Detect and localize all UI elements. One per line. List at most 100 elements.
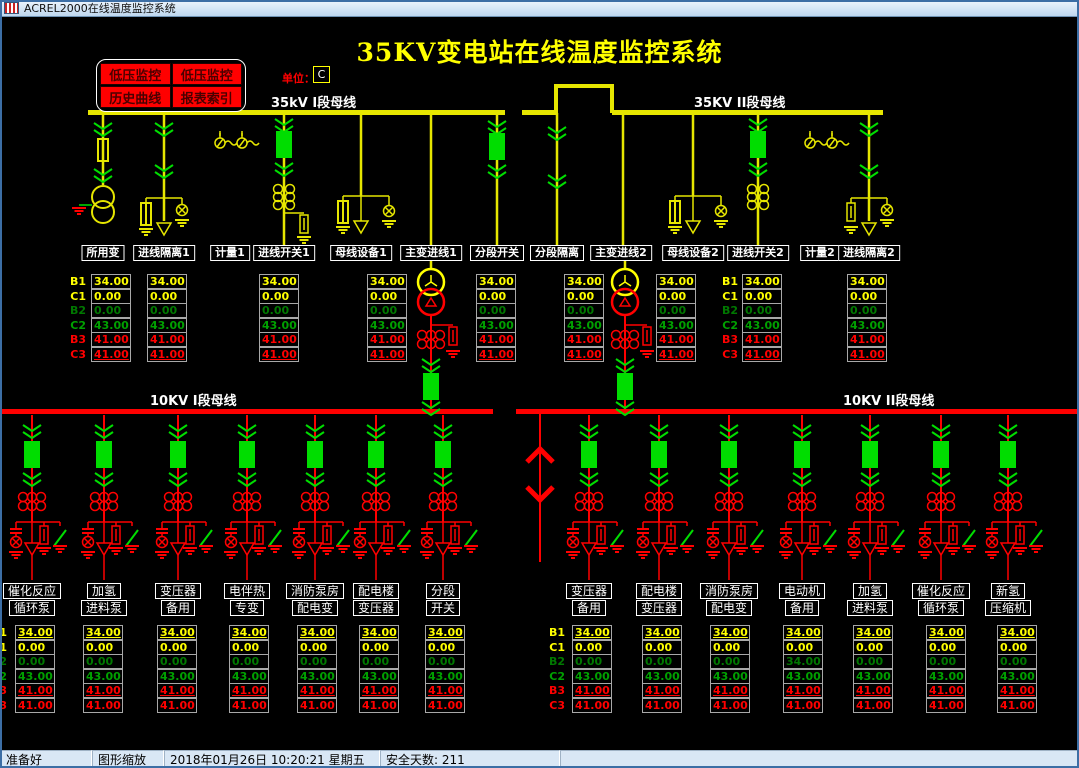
temp-cell: 0.00 <box>710 639 750 655</box>
lower-bay-label-line1: 消防泵房 <box>285 583 345 599</box>
upper-bay-label[interactable]: 分段隔离 <box>530 245 584 261</box>
lower-bay-label[interactable]: 催化反应 循环泵 <box>2 583 62 617</box>
temp-cell: 41.00 <box>229 683 269 698</box>
temp-cell: 0.00 <box>425 654 465 669</box>
temp-cell: 0.00 <box>853 654 893 669</box>
temp-cell: 34.00 <box>259 274 299 289</box>
temp-cell: 34.00 <box>642 625 682 640</box>
upper-bay-label[interactable]: 进线隔离2 <box>838 245 900 261</box>
upper-bay-label[interactable]: 主变进线2 <box>590 245 652 261</box>
upper-bay-label[interactable]: 计量2 <box>800 245 840 261</box>
phase-row-label: C3 <box>549 698 565 712</box>
upper-bay-label[interactable]: 所用变 <box>81 245 125 261</box>
phase-row-label: B3 <box>0 684 8 697</box>
lower-bay-label[interactable]: 配电楼 变压器 <box>352 583 400 617</box>
phase-row-label: C2 <box>549 669 565 683</box>
temp-cell: 0.00 <box>259 288 299 304</box>
temp-cell: 0.00 <box>476 303 516 318</box>
temp-cell: 0.00 <box>15 654 55 669</box>
temp-cell: 34.00 <box>783 654 823 669</box>
temp-cell: 0.00 <box>742 303 782 318</box>
temp-cell: 41.00 <box>564 332 604 347</box>
temp-cell: 43.00 <box>476 317 516 333</box>
temp-cell: 34.00 <box>15 625 55 640</box>
lower-bay-label-line1: 催化反应 <box>911 583 971 599</box>
temp-cell: 43.00 <box>297 668 337 684</box>
temp-cell: 41.00 <box>783 697 823 713</box>
lower-bay-label-line2: 专变 <box>229 600 265 616</box>
phase-row-label: B1 <box>70 275 87 288</box>
lower-bay-label[interactable]: 加氢 进料泵 <box>80 583 128 617</box>
temp-cell: 41.00 <box>359 683 399 698</box>
temp-cell: 0.00 <box>157 654 197 669</box>
temp-cell: 0.00 <box>147 303 187 318</box>
temp-cell: 41.00 <box>297 683 337 698</box>
lower-bay-label[interactable]: 消防泵房 配电变 <box>285 583 345 617</box>
temp-cell: 41.00 <box>147 346 187 362</box>
upper-bay-label[interactable]: 进线开关1 <box>253 245 315 261</box>
phase-row-label: C1 <box>0 640 7 654</box>
temp-cell: 43.00 <box>147 317 187 333</box>
lower-bay-label-line1: 配电楼 <box>352 583 400 599</box>
lower-bay-label[interactable]: 催化反应 循环泵 <box>911 583 971 617</box>
lower-bay-label[interactable]: 分段 开关 <box>425 583 461 617</box>
lower-bay-label-line1: 配电楼 <box>635 583 683 599</box>
lower-bay-label[interactable]: 电伴热 专变 <box>223 583 271 617</box>
temp-cell: 0.00 <box>157 639 197 655</box>
temp-cell: 41.00 <box>367 346 407 362</box>
temp-cell: 0.00 <box>642 639 682 655</box>
status-mode: 图形缩放 <box>92 750 164 768</box>
lower-bay-label-line2: 配电变 <box>705 600 753 616</box>
upper-bay-label[interactable]: 母线设备1 <box>330 245 392 261</box>
phase-row-label: C2 <box>70 318 86 332</box>
temp-cell: 34.00 <box>742 274 782 289</box>
lower-bay-label-line1: 催化反应 <box>2 583 62 599</box>
temp-cell: 41.00 <box>425 697 465 713</box>
temp-cell: 0.00 <box>783 639 823 655</box>
temp-cell: 0.00 <box>91 303 131 318</box>
status-datetime: 2018年01月26日 10:20:21 星期五 <box>164 750 380 768</box>
temp-cell: 0.00 <box>359 654 399 669</box>
temp-cell: 41.00 <box>783 683 823 698</box>
lower-bay-label[interactable]: 加氢 进料泵 <box>846 583 894 617</box>
upper-bay-label[interactable]: 进线隔离1 <box>133 245 195 261</box>
temp-cell: 0.00 <box>847 303 887 318</box>
upper-bay-label[interactable]: 主变进线1 <box>400 245 462 261</box>
temp-cell: 41.00 <box>926 683 966 698</box>
upper-bay-label[interactable]: 母线设备2 <box>662 245 724 261</box>
phase-row-label: C2 <box>0 669 7 683</box>
temp-cell: 41.00 <box>367 332 407 347</box>
lower-bay-label[interactable]: 消防泵房 配电变 <box>699 583 759 617</box>
temp-cell: 0.00 <box>656 303 696 318</box>
temp-cell: 34.00 <box>847 274 887 289</box>
temp-cell: 41.00 <box>847 346 887 362</box>
temp-cell: 34.00 <box>359 625 399 640</box>
phase-row-label: B2 <box>0 655 8 668</box>
status-filler <box>560 750 1079 768</box>
temp-cell: 41.00 <box>476 346 516 362</box>
lower-bay-label[interactable]: 电动机 备用 <box>778 583 826 617</box>
upper-bay-label[interactable]: 分段开关 <box>470 245 524 261</box>
lower-bay-label[interactable]: 新氢 压缩机 <box>984 583 1032 617</box>
temp-cell: 34.00 <box>710 625 750 640</box>
upper-bay-label[interactable]: 计量1 <box>210 245 250 261</box>
lower-bay-label[interactable]: 配电楼 变压器 <box>635 583 683 617</box>
temp-cell: 41.00 <box>710 683 750 698</box>
lower-bay-label-line1: 消防泵房 <box>699 583 759 599</box>
lower-bay-label-line2: 配电变 <box>291 600 339 616</box>
temp-cell: 34.00 <box>926 625 966 640</box>
title-bar: ACREL2000在线温度监控系统 <box>0 0 1079 17</box>
temp-cell: 34.00 <box>229 625 269 640</box>
temp-cell: 41.00 <box>83 697 123 713</box>
phase-row-label: B1 <box>722 275 739 288</box>
tables-and-labels-layer: 所用变 进线隔离1 计量1 进线开关1 母线设备1 主变进线1 分段开关 分段隔离 主变进线2 母… <box>0 0 1079 768</box>
temp-cell: 0.00 <box>572 639 612 655</box>
temp-cell: 41.00 <box>710 697 750 713</box>
temp-cell: 0.00 <box>642 654 682 669</box>
lower-bay-label[interactable]: 变压器 备用 <box>154 583 202 617</box>
status-bar: 准备好 图形缩放 2018年01月26日 10:20:21 星期五 安全天数: … <box>0 750 1079 768</box>
upper-bay-label[interactable]: 进线开关2 <box>727 245 789 261</box>
temp-cell: 0.00 <box>853 639 893 655</box>
temp-cell: 0.00 <box>847 288 887 304</box>
lower-bay-label[interactable]: 变压器 备用 <box>565 583 613 617</box>
